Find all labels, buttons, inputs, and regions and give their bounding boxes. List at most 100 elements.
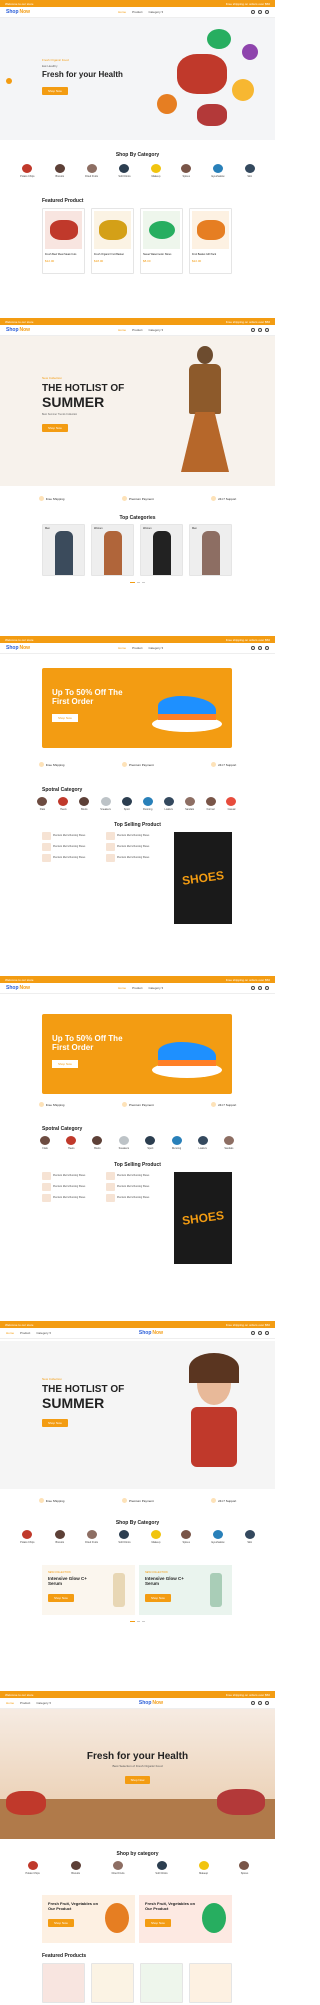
selling-item[interactable]: Premium Men's Running Shoes	[42, 832, 102, 840]
promo-card[interactable]: NEW COLLECTION Intensive Glow C+ Serum S…	[139, 1565, 232, 1615]
product-card[interactable]	[140, 1963, 183, 2003]
cart-icon[interactable]	[265, 328, 269, 332]
nav-category[interactable]: Category ▾	[36, 1331, 51, 1335]
prev-slide-button[interactable]	[6, 78, 12, 84]
category-item[interactable]: Makeup	[150, 164, 161, 178]
cart-icon[interactable]	[265, 1701, 269, 1705]
category-item[interactable]: Spices	[181, 164, 192, 178]
category-item[interactable]: Heels	[66, 1136, 77, 1150]
hero-shop-button[interactable]: Shop Now	[52, 1060, 78, 1068]
selling-item[interactable]: Premium Men's Running Shoes	[106, 1183, 166, 1191]
user-icon[interactable]	[258, 328, 262, 332]
category-item[interactable]: Flats	[40, 1136, 51, 1150]
logo[interactable]: Shop Now	[6, 9, 30, 15]
category-item[interactable]: Sneakers	[100, 797, 111, 811]
people-card[interactable]: Women	[140, 524, 183, 576]
people-card[interactable]: Men	[42, 524, 85, 576]
promo-shop-button[interactable]: Shop Now	[145, 1594, 171, 1602]
category-item[interactable]: Soft Drinks	[118, 164, 131, 178]
category-item[interactable]: Formal	[205, 797, 216, 811]
category-item[interactable]: Dried Fruits	[85, 1530, 98, 1544]
category-item[interactable]: Makeup	[150, 1530, 161, 1544]
promo-shop-button[interactable]: Shop Now	[48, 1594, 74, 1602]
category-item[interactable]: Dried Fruits	[112, 1861, 125, 1875]
cart-icon[interactable]	[265, 646, 269, 650]
cart-icon[interactable]	[265, 1331, 269, 1335]
category-item[interactable]: Loafers	[163, 797, 174, 811]
logo[interactable]: Shop Now	[139, 1700, 163, 1706]
hero-shop-button[interactable]: Shop Now	[124, 1776, 151, 1784]
category-item[interactable]: Biscuits	[54, 1530, 65, 1544]
category-item[interactable]: Spices	[239, 1861, 250, 1875]
nav-product[interactable]: Product	[20, 1701, 30, 1705]
nav-category[interactable]: Category ▾	[36, 1701, 51, 1705]
category-item[interactable]: Sport	[121, 797, 132, 811]
nav-home[interactable]: Home	[118, 328, 126, 332]
category-item[interactable]: Sandals	[184, 797, 195, 811]
nav-home[interactable]: Home	[6, 1331, 14, 1335]
category-item[interactable]: Eyeshadow	[212, 1530, 224, 1544]
hero-shop-button[interactable]: Shop Now	[42, 87, 68, 95]
promo-card[interactable]: Fresh Fruit, Vegetables on Our Product S…	[139, 1895, 232, 1943]
search-icon[interactable]	[251, 986, 255, 990]
shoes-poster[interactable]: SHOES	[174, 832, 232, 924]
search-icon[interactable]	[251, 646, 255, 650]
cart-icon[interactable]	[265, 986, 269, 990]
promo-card[interactable]: NEW COLLECTION Intensive Glow C+ Serum S…	[42, 1565, 135, 1615]
category-item[interactable]: Sneakers	[119, 1136, 129, 1150]
category-item[interactable]: Sport	[145, 1136, 156, 1150]
product-card[interactable]	[189, 1963, 232, 2003]
category-item[interactable]: Skin	[244, 164, 255, 178]
category-item[interactable]: Biscuits	[70, 1861, 81, 1875]
category-item[interactable]: Loafers	[197, 1136, 208, 1150]
category-item[interactable]: Potato Chips	[20, 1530, 34, 1544]
promo-shop-button[interactable]: Shop Now	[145, 1919, 171, 1927]
category-item[interactable]: Potato Chips	[25, 1861, 40, 1875]
nav-home[interactable]: Home	[118, 986, 126, 990]
category-item[interactable]: Flats	[37, 797, 48, 811]
nav-category[interactable]: Category ▾	[148, 986, 163, 990]
nav-home[interactable]: Home	[6, 1701, 14, 1705]
category-item[interactable]: Spices	[181, 1530, 192, 1544]
nav-home[interactable]: Home	[118, 10, 126, 14]
product-card[interactable]: Fresh Organic Fruit Basket $18.00	[91, 208, 134, 274]
hero-shop-button[interactable]: Shop Now	[52, 714, 78, 722]
selling-item[interactable]: Premium Men's Running Shoes	[106, 854, 166, 862]
hero-shop-button[interactable]: Shop Now	[42, 424, 68, 432]
search-icon[interactable]	[251, 328, 255, 332]
nav-product[interactable]: Product	[20, 1331, 30, 1335]
category-item[interactable]: Soft Drinks	[118, 1530, 131, 1544]
user-icon[interactable]	[258, 1701, 262, 1705]
category-item[interactable]: Eyeshadow	[212, 164, 224, 178]
logo[interactable]: Shop Now	[139, 1330, 163, 1336]
nav-category[interactable]: Category ▾	[148, 646, 163, 650]
product-card[interactable]	[42, 1963, 85, 2003]
nav-category[interactable]: Category ▾	[148, 10, 163, 14]
selling-item[interactable]: Premium Men's Running Shoes	[106, 1194, 166, 1202]
user-icon[interactable]	[258, 986, 262, 990]
selling-item[interactable]: Premium Men's Running Shoes	[42, 1183, 102, 1191]
search-icon[interactable]	[251, 10, 255, 14]
nav-product[interactable]: Product	[132, 328, 142, 332]
promo-card[interactable]: Fresh Fruit, Vegetables on Our Product S…	[42, 1895, 135, 1943]
nav-product[interactable]: Product	[132, 10, 142, 14]
selling-item[interactable]: Premium Men's Running Shoes	[106, 832, 166, 840]
product-card[interactable]	[91, 1963, 134, 2003]
selling-item[interactable]: Premium Men's Running Shoes	[42, 1194, 102, 1202]
category-item[interactable]: Heels	[58, 797, 69, 811]
user-icon[interactable]	[258, 646, 262, 650]
selling-item[interactable]: Premium Men's Running Shoes	[106, 843, 166, 851]
selling-item[interactable]: Premium Men's Running Shoes	[42, 843, 102, 851]
category-item[interactable]: Skin	[244, 1530, 255, 1544]
search-icon[interactable]	[251, 1331, 255, 1335]
category-item[interactable]: Soft Drinks	[155, 1861, 168, 1875]
nav-product[interactable]: Product	[132, 986, 142, 990]
selling-item[interactable]: Premium Men's Running Shoes	[42, 1172, 102, 1180]
product-card[interactable]: Fresh Beef Meat Steak Cuts $12.00	[42, 208, 85, 274]
category-item[interactable]: Casual	[226, 797, 237, 811]
category-item[interactable]: Running	[171, 1136, 182, 1150]
logo[interactable]: Shop Now	[6, 645, 30, 651]
category-item[interactable]: Biscuits	[54, 164, 65, 178]
nav-home[interactable]: Home	[118, 646, 126, 650]
selling-item[interactable]: Premium Men's Running Shoes	[106, 1172, 166, 1180]
